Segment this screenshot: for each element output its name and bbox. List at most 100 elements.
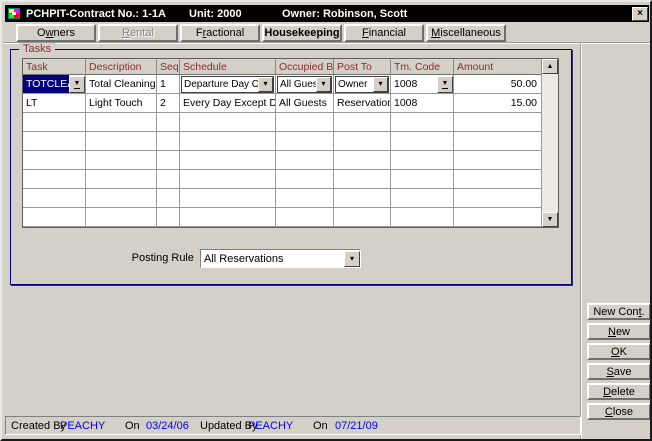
- created-by-value: PEACHY: [60, 420, 105, 432]
- empty-cell: [23, 132, 86, 151]
- description-cell[interactable]: Light Touch: [86, 94, 157, 113]
- post-to-cell[interactable]: Reservation: [334, 94, 391, 113]
- grid-empty-row: [23, 208, 542, 227]
- empty-cell: [276, 208, 334, 227]
- column-header-task: Task: [23, 59, 86, 75]
- grid-empty-row: [23, 189, 542, 208]
- titlebar-unit: Unit: 2000: [189, 8, 282, 20]
- amount-cell[interactable]: 15.00: [454, 94, 542, 113]
- ok-button[interactable]: OK: [587, 343, 651, 360]
- drop-list-icon: ▼: [74, 80, 81, 89]
- tab-housekeeping[interactable]: Housekeeping: [262, 24, 342, 42]
- empty-cell: [86, 189, 157, 208]
- empty-cell: [23, 151, 86, 170]
- empty-cell: [454, 113, 542, 132]
- empty-cell: [391, 189, 454, 208]
- tab-financial[interactable]: Financial: [344, 24, 424, 42]
- column-header-tm-code: Tm. Code: [391, 59, 454, 75]
- close-button[interactable]: ×: [632, 7, 648, 21]
- empty-cell: [391, 208, 454, 227]
- empty-cell: [86, 151, 157, 170]
- scroll-down-button[interactable]: ▼: [542, 212, 558, 227]
- created-on-label: On: [125, 420, 140, 432]
- tab-miscellaneous[interactable]: Miscellaneous: [426, 24, 506, 42]
- tm-code-drop-button[interactable]: ▼: [437, 76, 453, 93]
- chevron-down-icon: ▾: [350, 255, 354, 263]
- post-to-cell-combobox[interactable]: Owner▾: [335, 76, 389, 93]
- empty-cell: [334, 113, 391, 132]
- empty-cell: [180, 208, 276, 227]
- occupied-by-cell[interactable]: All Guests▾: [276, 75, 334, 94]
- empty-cell: [334, 189, 391, 208]
- empty-cell: [157, 113, 180, 132]
- tab-owners[interactable]: Owners: [16, 24, 96, 42]
- empty-cell: [391, 151, 454, 170]
- occupied-by-cell-combobox[interactable]: All Guests▾: [277, 76, 332, 93]
- empty-cell: [276, 189, 334, 208]
- empty-cell: [391, 113, 454, 132]
- task-drop-button[interactable]: ▼: [69, 76, 85, 93]
- empty-cell: [86, 132, 157, 151]
- posting-rule-row: Posting Rule All Reservations ▾: [11, 249, 571, 269]
- empty-cell: [180, 151, 276, 170]
- grid-header-row: TaskDescriptionSeq.ScheduleOccupied ByPo…: [23, 59, 542, 75]
- tasks-grid-table: TaskDescriptionSeq.ScheduleOccupied ByPo…: [23, 59, 542, 227]
- scroll-up-button[interactable]: ▲: [542, 59, 558, 74]
- chevron-down-icon[interactable]: ▾: [316, 77, 331, 92]
- tab-panel-divider: [4, 42, 652, 44]
- chevron-down-icon[interactable]: ▾: [258, 77, 273, 92]
- seq-cell[interactable]: 1: [157, 75, 180, 94]
- column-header-description: Description: [86, 59, 157, 75]
- empty-cell: [86, 170, 157, 189]
- grid-vertical-scrollbar[interactable]: ▲ ▼: [542, 59, 558, 227]
- empty-cell: [23, 208, 86, 227]
- chevron-down-icon[interactable]: ▾: [373, 77, 388, 92]
- tab-rental: Rental: [98, 24, 178, 42]
- column-header-post-to: Post To: [334, 59, 391, 75]
- tasks-grid: TaskDescriptionSeq.ScheduleOccupied ByPo…: [22, 58, 559, 228]
- tab-bar: OwnersRentalFractionalHousekeepingFinanc…: [16, 24, 506, 42]
- column-header-seq: Seq.: [157, 59, 180, 75]
- save-button[interactable]: Save: [587, 363, 651, 380]
- occupied-by-cell-combobox-value: All Guests: [278, 79, 316, 90]
- task-cell[interactable]: TOTCLEAN ▼: [23, 75, 86, 94]
- created-date-value: 03/24/06: [146, 420, 189, 432]
- seq-cell[interactable]: 2: [157, 94, 180, 113]
- statusbar: Created By PEACHY On 03/24/06 Updated By…: [5, 416, 581, 435]
- task-cell[interactable]: LT: [23, 94, 86, 113]
- schedule-cell[interactable]: Every Day Except Depart: [180, 94, 276, 113]
- empty-cell: [391, 170, 454, 189]
- selected-cell-text: TOTCLEAN: [23, 75, 69, 93]
- tm-code-cell[interactable]: 1008▼: [391, 75, 454, 94]
- column-header-occupied-by: Occupied By: [276, 59, 334, 75]
- new-button[interactable]: New: [587, 323, 651, 340]
- empty-cell: [157, 208, 180, 227]
- tab-fractional[interactable]: Fractional: [180, 24, 260, 42]
- empty-cell: [157, 189, 180, 208]
- column-header-schedule: Schedule: [180, 59, 276, 75]
- empty-cell: [180, 170, 276, 189]
- side-panel-divider: [580, 43, 582, 439]
- empty-cell: [23, 189, 86, 208]
- description-cell[interactable]: Total Cleaning: [86, 75, 157, 94]
- schedule-cell-combobox[interactable]: Departure Day Only▾: [181, 76, 274, 93]
- titlebar: PCHPIT-Contract No.: 1-1A Unit: 2000 Own…: [5, 5, 649, 22]
- grid-empty-row: [23, 151, 542, 170]
- schedule-cell[interactable]: Departure Day Only▾: [180, 75, 276, 94]
- updated-date-value: 07/21/09: [335, 420, 378, 432]
- empty-cell: [180, 113, 276, 132]
- tm-code-cell[interactable]: 1008: [391, 94, 454, 113]
- post-to-cell[interactable]: Owner▾: [334, 75, 391, 94]
- posting-rule-combobox[interactable]: All Reservations ▾: [200, 249, 361, 268]
- delete-button[interactable]: Delete: [587, 383, 651, 400]
- close-button[interactable]: Close: [587, 403, 651, 420]
- occupied-by-cell[interactable]: All Guests: [276, 94, 334, 113]
- grid-empty-row: [23, 113, 542, 132]
- posting-rule-value: All Reservations: [201, 253, 344, 265]
- grid-empty-row: [23, 170, 542, 189]
- empty-cell: [454, 208, 542, 227]
- empty-cell: [157, 132, 180, 151]
- new-cont-button[interactable]: New Cont.: [587, 303, 651, 320]
- amount-cell[interactable]: 50.00: [454, 75, 542, 94]
- posting-rule-dropdown-button[interactable]: ▾: [344, 251, 360, 267]
